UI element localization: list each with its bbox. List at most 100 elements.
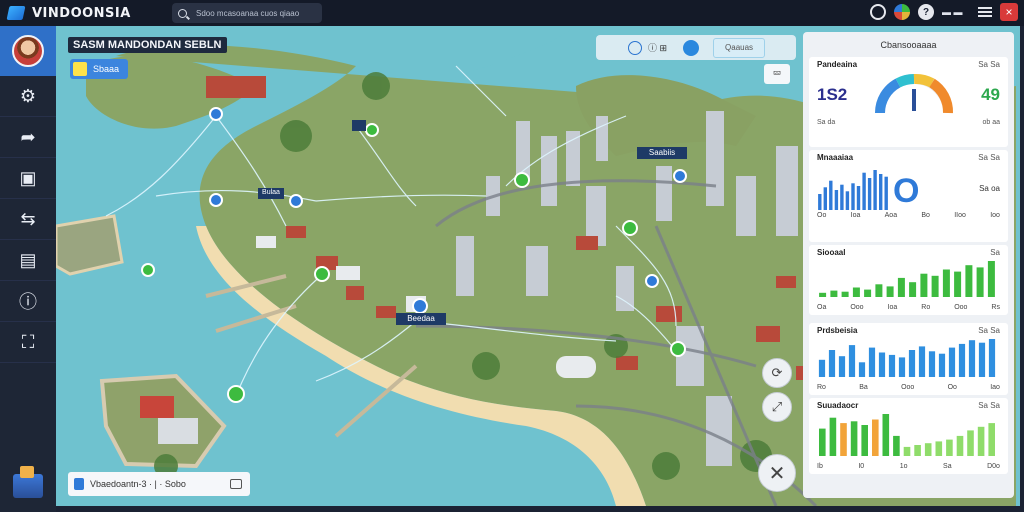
monitor-icon[interactable]: ▣	[0, 158, 56, 199]
card-menu[interactable]: Sa Sa	[978, 326, 1000, 335]
chart-bar	[852, 287, 860, 297]
chart-bar	[888, 354, 896, 377]
app-window: VINDOONSIA Sdoo mcasoanaa cuos qiaao ? ▬…	[0, 0, 1024, 512]
layer-chip[interactable]: Sbaaa	[70, 59, 128, 79]
axis-label: IIoo	[954, 212, 966, 219]
gauge-chart	[875, 73, 954, 114]
chart-bar	[840, 184, 844, 210]
map-label[interactable]: Beedaa	[398, 314, 444, 323]
chart-bar	[868, 347, 876, 377]
analytics-panel: Cbansooaaaa Pandeaina Sa Sa 1S2 49 Sa da o…	[803, 32, 1014, 498]
chart-bar	[818, 359, 826, 377]
chart-bar	[884, 176, 888, 210]
axis-label: Ro	[921, 304, 931, 311]
metric-side: Sa oa	[979, 183, 1000, 193]
chart-card-4: Suuadaocr Sa Sa Ib I0 1o Sa D0o	[809, 398, 1008, 474]
gear-icon[interactable]: ⚙	[0, 76, 56, 117]
chart-bar	[956, 435, 964, 456]
export-button[interactable]: ⮹	[764, 64, 790, 84]
search-input[interactable]: Sdoo mcasoanaa cuos qiaao	[172, 3, 322, 23]
axis-label: Oo	[947, 384, 957, 391]
kpi-right-value: 49	[981, 85, 1000, 104]
bar-chart-1	[818, 170, 888, 210]
axis-label: Bo	[921, 212, 930, 219]
card-menu[interactable]: Sa Sa	[978, 153, 1000, 162]
chart-bar	[875, 284, 883, 297]
chart-bar	[829, 180, 833, 210]
share-arrow-icon[interactable]: ➦	[0, 117, 56, 158]
window-controls: ? ▬ ▬ ×	[870, 3, 1018, 21]
chart-bar	[920, 273, 928, 297]
info-icon[interactable]: ⓘ	[0, 281, 56, 322]
card-title: Siooaal	[817, 248, 846, 257]
chart-bar	[988, 339, 996, 377]
axis-label: Sa	[943, 463, 952, 470]
bar-chart-4	[819, 414, 995, 456]
help-button[interactable]: ?	[918, 4, 934, 20]
chart-bar	[838, 356, 846, 377]
chart-bar	[988, 423, 995, 456]
axis-label: Ooo	[954, 304, 968, 311]
axis-label: 1o	[899, 463, 908, 470]
card-menu[interactable]: Sa Sa	[978, 401, 1000, 410]
chart-bar	[819, 428, 826, 456]
calendar-icon[interactable]: ▤	[0, 240, 56, 281]
card-menu[interactable]: Sa	[990, 248, 1000, 257]
chart-bar	[872, 419, 879, 456]
footer-text: Vbaedoantn-3 · | · Sobo	[90, 479, 186, 489]
chart-bar	[967, 430, 974, 456]
map-label[interactable]: Bulaa	[259, 189, 283, 196]
sync-icon[interactable]	[870, 4, 886, 20]
shuffle-icon[interactable]: ⇆	[0, 199, 56, 240]
refresh-button[interactable]: ⟳	[762, 358, 792, 388]
axis-label: Ro	[817, 384, 826, 391]
hamburger-menu-icon[interactable]	[978, 7, 992, 17]
chart-bar	[918, 346, 926, 377]
panel-header: Cbansooaaaa	[880, 40, 937, 50]
layer-icon	[73, 62, 87, 76]
chart-bar	[858, 362, 866, 377]
chart-bar	[878, 352, 886, 377]
close-map-button[interactable]: ✕	[758, 454, 796, 492]
chart-bar	[886, 286, 894, 297]
stack-icon[interactable]	[13, 466, 43, 498]
avatar[interactable]	[12, 35, 44, 67]
search-text: Sdoo mcasoanaa cuos qiaao	[196, 8, 300, 18]
document-icon	[74, 478, 84, 490]
axis-row: Ro Ba Ooo Oo Iao	[817, 384, 1000, 391]
chart-bar	[851, 183, 855, 210]
card-menu[interactable]: Sa Sa	[978, 60, 1000, 69]
toolbar-text[interactable]: ⓘ ⊞	[648, 41, 667, 54]
chart-bar	[862, 172, 866, 210]
chart-bar	[867, 178, 872, 210]
card-title: Suuadaocr	[817, 401, 859, 410]
chart-bar	[908, 350, 916, 377]
search-icon	[178, 8, 187, 18]
layer-chip-label: Sbaaa	[93, 64, 120, 74]
expand-button[interactable]: ⤢	[762, 392, 792, 422]
map-label[interactable]: Saabiis	[639, 148, 685, 157]
toolbar-button[interactable]: Qaauas	[713, 37, 766, 58]
locate-icon[interactable]	[628, 40, 642, 55]
user-avatar-slot[interactable]	[0, 26, 56, 76]
map-footer-panel: Vbaedoantn-3 · | · Sobo	[68, 472, 250, 496]
frame-icon[interactable]: ⛶	[0, 322, 56, 363]
axis-label: Ioo	[990, 212, 1000, 219]
chart-bar	[823, 187, 827, 210]
chart-bar	[977, 426, 985, 456]
kpi-card: Pandeaina Sa Sa 1S2 49 Sa da ob aa	[809, 57, 1008, 147]
chart-bar	[841, 291, 849, 297]
card-icon[interactable]	[230, 479, 242, 489]
app-logo-icon	[6, 6, 26, 20]
palette-icon[interactable]	[894, 4, 910, 20]
pin-icon[interactable]	[683, 39, 700, 56]
axis-row: Oa Ooo Ioa Ro Ooo Rs	[817, 304, 1000, 311]
chart-bar	[928, 351, 936, 377]
chart-bar	[897, 277, 905, 297]
chart-bar	[848, 345, 856, 377]
bar-chart-3	[818, 339, 996, 377]
chart-bar	[834, 190, 839, 210]
close-button[interactable]: ×	[1000, 3, 1018, 21]
chart-bar	[819, 292, 827, 297]
chart-bar	[882, 414, 890, 456]
